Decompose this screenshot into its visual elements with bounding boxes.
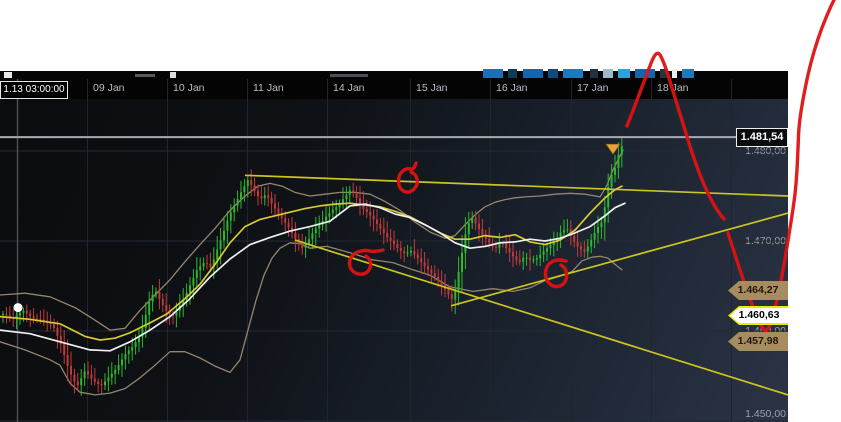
candles-layer bbox=[2, 136, 623, 396]
price-tag-entry[interactable]: 1.460,63 bbox=[728, 306, 788, 325]
trading-platform-window: 09 Jan 10 Jan 11 Jan 14 Jan 15 Jan 16 Jan 17 J… bbox=[0, 0, 841, 422]
trendline-descending-support bbox=[294, 239, 788, 396]
price-tag-stop-loss[interactable]: 1.457,98 bbox=[728, 332, 788, 351]
crosshair-time-tooltip: 1.13 03:00:00 bbox=[0, 81, 68, 99]
crosshair-dot bbox=[13, 303, 23, 313]
price-tag-take-profit[interactable]: 1.464,27 bbox=[728, 281, 788, 300]
plot-layers bbox=[0, 79, 788, 422]
trendline-upper-resistance bbox=[244, 174, 788, 197]
price-tag-entry-value: 1.460,63 bbox=[730, 308, 788, 323]
current-price-label: 1.481,54 bbox=[736, 128, 788, 147]
chart-canvas[interactable] bbox=[0, 0, 841, 422]
